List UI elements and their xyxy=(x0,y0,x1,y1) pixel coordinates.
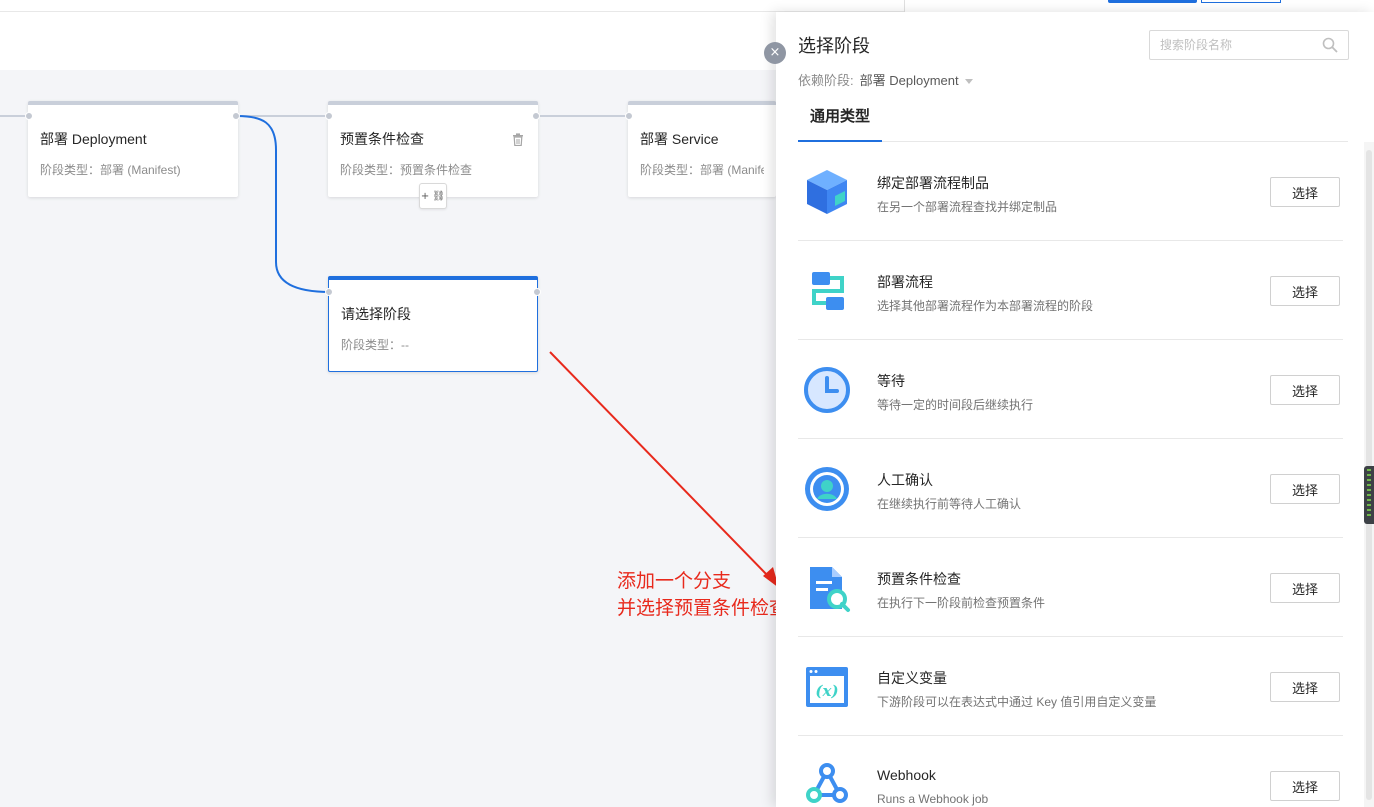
output-port[interactable] xyxy=(532,112,540,120)
stage-card-service[interactable]: 部署 Service 阶段类型：部署 (Manifest) xyxy=(628,101,776,197)
tab-general[interactable]: 通用类型 xyxy=(798,98,882,142)
annotation-text: 添加一个分支 并选择预置条件检查 xyxy=(617,568,788,622)
top-secondary-button[interactable] xyxy=(1201,0,1281,3)
list-item: Webhook Runs a Webhook job 选择 xyxy=(798,736,1343,807)
annotation-line-1: 添加一个分支 xyxy=(617,570,732,592)
stage-type: 阶段类型：部署 (Manifest) xyxy=(40,163,181,177)
clock-icon xyxy=(804,367,850,413)
item-desc: 下游阶段可以在表达式中通过 Key 值引用自定义变量 xyxy=(877,695,1157,709)
stage-name: 部署 Service xyxy=(640,131,719,147)
stage-name: 预置条件检查 xyxy=(340,131,424,147)
webhook-icon xyxy=(806,763,848,803)
stage-name: 请选择阶段 xyxy=(341,306,411,322)
search-icon[interactable] xyxy=(1322,37,1338,53)
dependency-row: 依赖阶段: 部署 Deployment xyxy=(798,70,973,89)
input-port[interactable] xyxy=(25,112,33,120)
flow-icon xyxy=(812,272,844,310)
stage-type: 阶段类型：-- xyxy=(341,338,409,352)
stage-type-list: 绑定部署流程制品 在另一个部署流程查找并绑定制品 选择 部署流程 选择其他部署流… xyxy=(798,142,1343,807)
annotation-line-2: 并选择预置条件检查 xyxy=(617,597,789,619)
item-name: 绑定部署流程制品 xyxy=(877,175,989,191)
stage-name: 部署 Deployment xyxy=(40,131,147,147)
list-item: 预置条件检查 在执行下一阶段前检查预置条件 选择 xyxy=(798,538,1343,637)
item-name: 自定义变量 xyxy=(877,670,947,686)
annotation-arrow-line xyxy=(549,351,771,579)
stage-type: 阶段类型：部署 (Manifest) xyxy=(640,163,764,177)
list-item: 等待 等待一定的时间段后继续执行 选择 xyxy=(798,340,1343,439)
item-name: 部署流程 xyxy=(877,274,933,290)
cube-icon xyxy=(807,170,847,214)
item-desc: 在另一个部署流程查找并绑定制品 xyxy=(877,200,1058,214)
side-panel-handle[interactable] xyxy=(1364,466,1374,524)
item-desc: Runs a Webhook job xyxy=(877,792,989,806)
stage-card-deployment[interactable]: 部署 Deployment 阶段类型：部署 (Manifest) xyxy=(28,101,238,197)
close-drawer-button[interactable]: × xyxy=(764,42,786,64)
search-input[interactable] xyxy=(1150,31,1310,59)
list-item: 部署流程 选择其他部署流程作为本部署流程的阶段 选择 xyxy=(798,241,1343,340)
add-branch-button[interactable]: + ⛓ xyxy=(419,183,447,209)
select-button[interactable]: 选择 xyxy=(1270,474,1340,504)
select-button[interactable]: 选择 xyxy=(1270,375,1340,405)
select-button[interactable]: 选择 xyxy=(1270,276,1340,306)
drawer-title: 选择阶段 xyxy=(798,36,870,56)
branch-connector xyxy=(236,115,331,293)
list-item: 绑定部署流程制品 在另一个部署流程查找并绑定制品 选择 xyxy=(798,142,1343,241)
variable-icon: (x) xyxy=(806,667,848,707)
tab-bar: 通用类型 xyxy=(798,98,1348,142)
search-box[interactable] xyxy=(1149,30,1349,60)
list-item: 人工确认 在继续执行前等待人工确认 选择 xyxy=(798,439,1343,538)
output-port[interactable] xyxy=(533,288,541,296)
dependency-label: 依赖阶段: xyxy=(798,73,854,88)
item-name: Webhook xyxy=(877,767,936,783)
select-button[interactable]: 选择 xyxy=(1270,771,1340,801)
select-button[interactable]: 选择 xyxy=(1270,573,1340,603)
dependency-select[interactable]: 部署 Deployment xyxy=(860,73,959,88)
list-item: (x) 自定义变量 下游阶段可以在表达式中通过 Key 值引用自定义变量 选择 xyxy=(798,637,1343,736)
item-name: 人工确认 xyxy=(877,472,933,488)
item-desc: 选择其他部署流程作为本部署流程的阶段 xyxy=(877,299,1094,313)
svg-text:(x): (x) xyxy=(815,682,838,700)
input-port[interactable] xyxy=(625,112,633,120)
item-desc: 在执行下一阶段前检查预置条件 xyxy=(877,596,1046,610)
trash-icon[interactable] xyxy=(512,133,524,146)
output-port[interactable] xyxy=(232,112,240,120)
select-button[interactable]: 选择 xyxy=(1270,672,1340,702)
item-name: 预置条件检查 xyxy=(877,571,961,587)
user-icon xyxy=(805,467,849,511)
item-desc: 等待一定的时间段后继续执行 xyxy=(877,398,1034,412)
item-desc: 在继续执行前等待人工确认 xyxy=(877,497,1022,511)
doc-search-icon xyxy=(810,567,850,612)
item-name: 等待 xyxy=(877,373,905,389)
chevron-down-icon[interactable] xyxy=(964,79,973,85)
stage-type: 阶段类型：预置条件检查 xyxy=(340,163,473,177)
top-primary-button[interactable] xyxy=(1108,0,1197,3)
select-button[interactable]: 选择 xyxy=(1270,177,1340,207)
select-stage-drawer: 选择阶段 依赖阶段: 部署 Deployment 通用类型 绑定部署流程制品 在另… xyxy=(776,12,1374,807)
input-port[interactable] xyxy=(325,112,333,120)
input-port[interactable] xyxy=(325,288,333,296)
stage-card-unselected[interactable]: 请选择阶段 阶段类型：-- xyxy=(328,276,538,372)
